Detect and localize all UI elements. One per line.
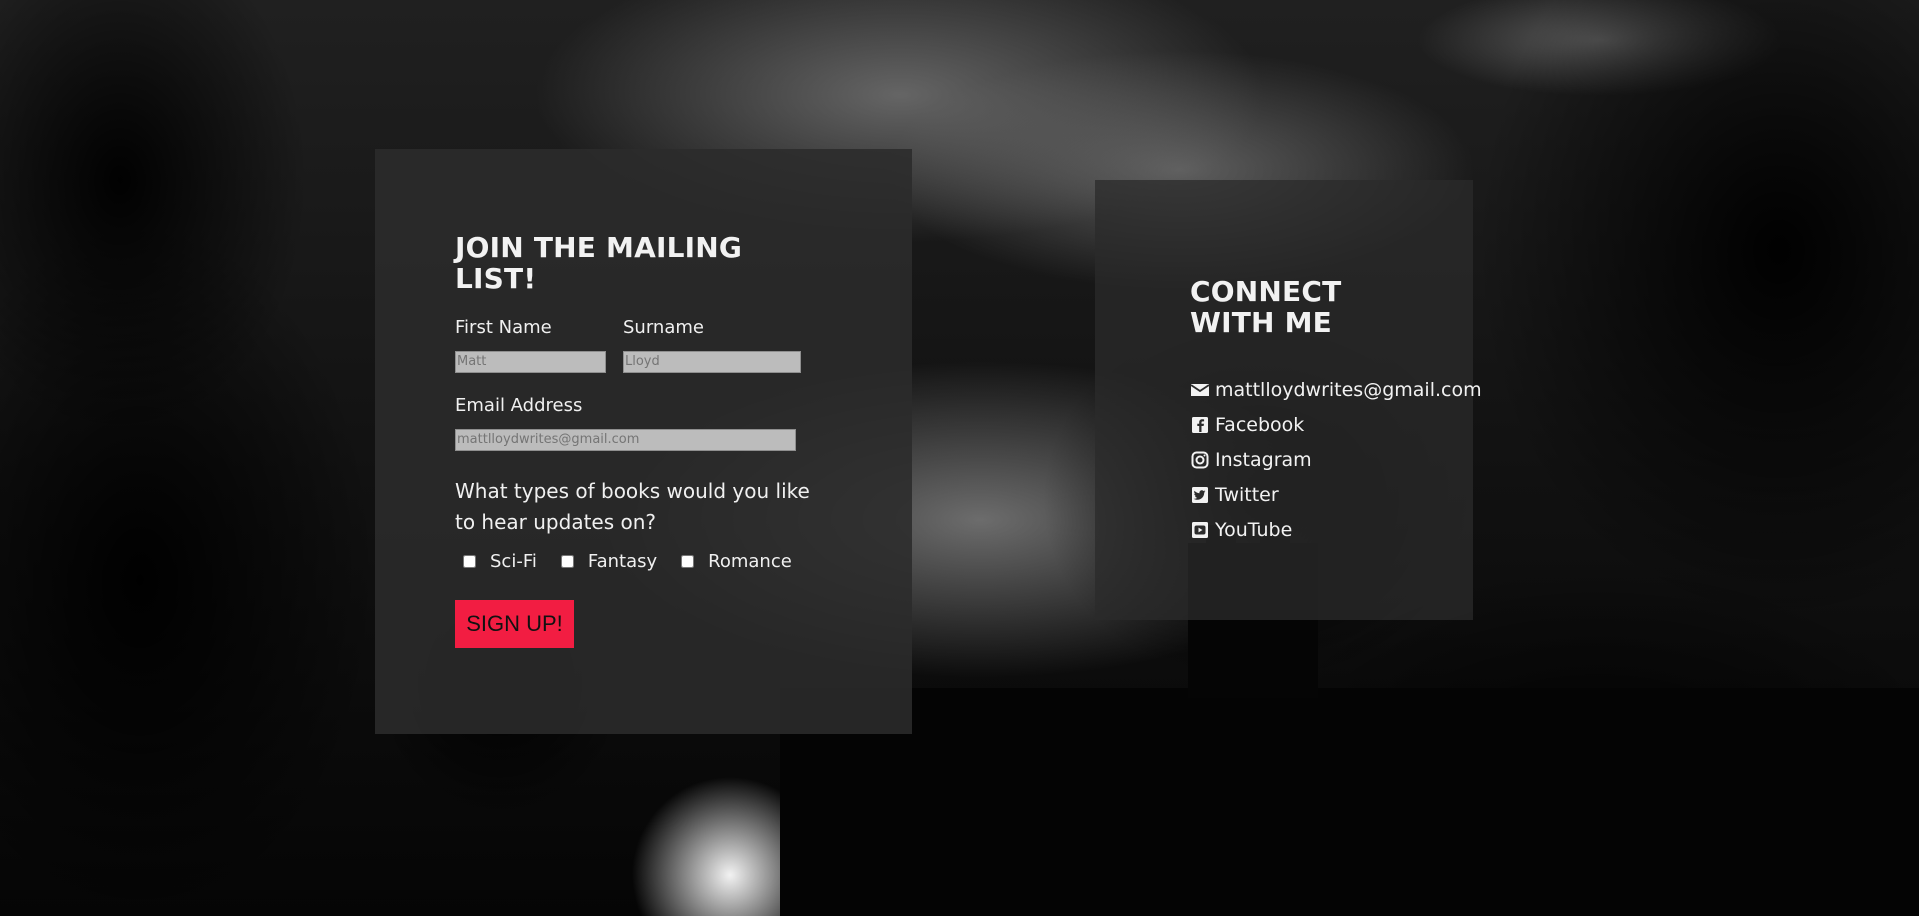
book-type-options: Sci-Fi Fantasy Romance	[455, 551, 832, 572]
facebook-label: Facebook	[1215, 413, 1305, 436]
first-name-block: First Name	[455, 317, 606, 373]
signup-button[interactable]: SIGN UP!	[455, 599, 574, 648]
email-block: Email Address	[455, 395, 832, 451]
surname-block: Surname	[623, 317, 801, 373]
option-scifi[interactable]: Sci-Fi	[455, 551, 537, 572]
fantasy-label: Fantasy	[587, 550, 658, 572]
instagram-label: Instagram	[1215, 448, 1312, 471]
name-fields-row: First Name Surname	[455, 317, 832, 373]
email-label: Email Address	[455, 394, 583, 416]
first-name-label: First Name	[455, 316, 552, 338]
option-fantasy[interactable]: Fantasy	[553, 551, 657, 572]
facebook-icon	[1190, 415, 1210, 435]
mailing-list-panel: JOIN THE MAILING LIST! First Name Surnam…	[375, 149, 912, 734]
surname-input[interactable]	[623, 350, 801, 373]
envelope-icon	[1190, 380, 1210, 400]
connect-title: CONNECT WITH ME	[1190, 275, 1342, 339]
roof-silhouette	[780, 688, 1919, 916]
romance-checkbox[interactable]	[681, 554, 695, 568]
instagram-icon	[1190, 450, 1210, 470]
email-input[interactable]	[455, 428, 796, 451]
facebook-link[interactable]: Facebook	[1190, 413, 1378, 437]
connect-panel: CONNECT WITH ME mattlloydwrites@gmail.co…	[1095, 180, 1482, 620]
contact-email-label: mattlloydwrites@gmail.com	[1215, 378, 1482, 401]
surname-label: Surname	[623, 316, 704, 338]
scifi-label: Sci-Fi	[490, 550, 537, 572]
twitter-link[interactable]: Twitter	[1190, 483, 1378, 507]
scifi-checkbox[interactable]	[463, 554, 476, 568]
contact-email-link[interactable]: mattlloydwrites@gmail.com	[1190, 378, 1482, 402]
mailing-list-title: JOIN THE MAILING LIST!	[455, 231, 743, 295]
fantasy-checkbox[interactable]	[560, 554, 574, 568]
background-photo	[0, 0, 1919, 916]
youtube-icon	[1190, 520, 1210, 540]
twitter-label: Twitter	[1215, 483, 1279, 506]
instagram-link[interactable]: Instagram	[1190, 448, 1378, 472]
youtube-link[interactable]: YouTube	[1190, 518, 1378, 542]
book-type-question: What types of books would you like to he…	[455, 478, 810, 534]
contact-list: mattlloydwrites@gmail.com Facebook Insta…	[1190, 378, 1482, 542]
romance-label: Romance	[708, 550, 792, 572]
youtube-label: YouTube	[1215, 518, 1293, 541]
option-romance[interactable]: Romance	[673, 551, 792, 572]
twitter-icon	[1190, 485, 1210, 505]
first-name-input[interactable]	[455, 350, 606, 373]
